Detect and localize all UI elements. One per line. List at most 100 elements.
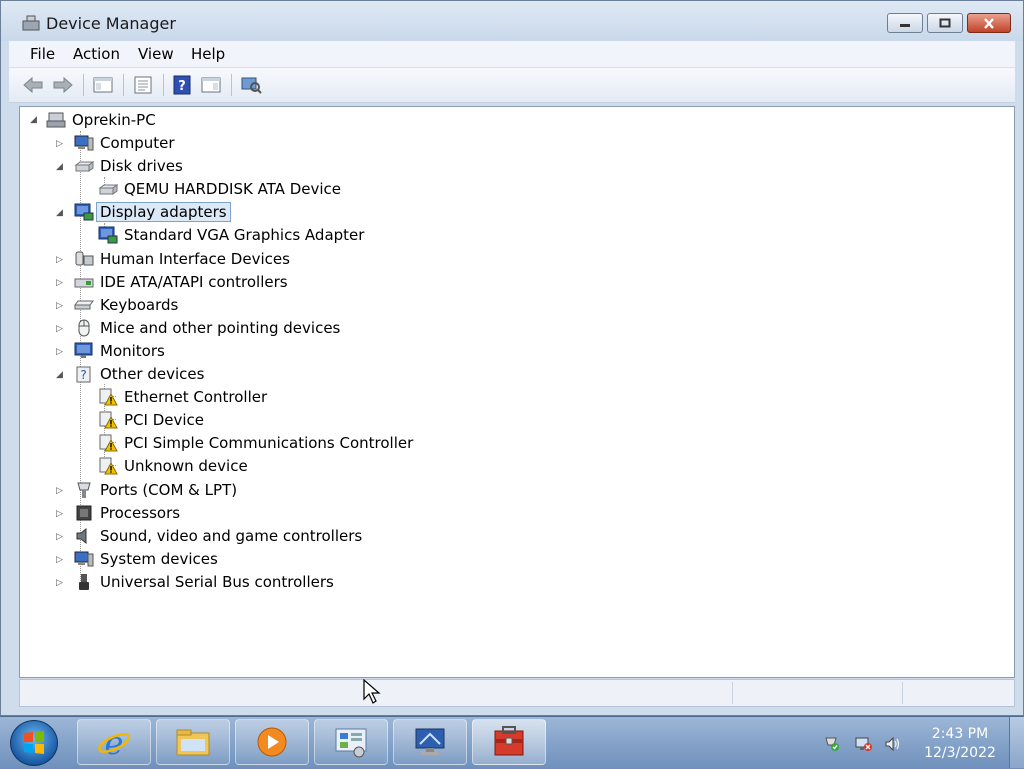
tree-category-item[interactable]: ▷ Keyboards	[56, 294, 178, 316]
show-action-pane-button[interactable]	[199, 73, 223, 97]
tree-category-item[interactable]: ▷ System devices	[56, 548, 218, 570]
scan-hardware-changes-button[interactable]	[239, 73, 263, 97]
tree-item-label: Computer	[100, 134, 175, 152]
tree-item-label: Ethernet Controller	[124, 388, 268, 407]
taskbar-internet-explorer[interactable]: e	[77, 719, 151, 765]
tree-category-item[interactable]: ▷ Processors	[56, 502, 180, 524]
display-adapter-icon	[74, 203, 94, 221]
tree-category-item[interactable]: ◢ Disk drives	[56, 155, 183, 177]
back-arrow-icon	[23, 76, 43, 94]
tree-device-item[interactable]: QEMU HARDDISK ATA Device	[98, 178, 341, 200]
taskbar-windows-explorer[interactable]	[156, 719, 230, 765]
tree-item-label: QEMU HARDDISK ATA Device	[124, 180, 342, 199]
mouse-cursor-icon	[363, 679, 381, 704]
mouse-icon	[78, 319, 90, 337]
forward-button[interactable]	[51, 73, 75, 97]
device-tree[interactable]: ◢ Oprekin-PC ▷ Computer ◢ Disk drives QEMU H…	[19, 106, 1015, 678]
tree-item-label: Universal Serial Bus controllers	[100, 572, 334, 591]
volume-icon[interactable]	[884, 736, 902, 752]
tree-category-item[interactable]: ▷ Mice and other pointing devices	[56, 317, 341, 339]
menu-view[interactable]: View	[138, 45, 174, 63]
tree-category-item[interactable]: ▷ Sound, video and game controllers	[56, 525, 362, 547]
scan-hardware-icon	[241, 77, 262, 94]
expand-arrow-icon[interactable]: ▷	[56, 139, 66, 149]
tree-category-item[interactable]: ▷ Computer	[56, 132, 175, 154]
computer-icon	[74, 551, 94, 567]
collapse-arrow-icon[interactable]: ◢	[56, 208, 66, 218]
disk-drive-icon	[74, 161, 94, 173]
show-hide-console-tree-button[interactable]	[91, 73, 115, 97]
clock-date: 12/3/2022	[924, 745, 996, 761]
properties-button[interactable]	[131, 73, 155, 97]
expand-arrow-icon[interactable]: ▷	[56, 509, 66, 519]
menu-help[interactable]: Help	[191, 45, 225, 63]
svg-text:e: e	[105, 724, 124, 760]
maximize-icon	[939, 18, 951, 28]
unknown-device-icon: ?	[76, 366, 91, 383]
hid-icon	[75, 251, 94, 265]
tree-category-item[interactable]: ▷ IDE ATA/ATAPI controllers	[56, 271, 288, 293]
warning-device-icon	[99, 388, 118, 406]
internet-explorer-icon: e	[98, 724, 130, 760]
tree-item-label: Mice and other pointing devices	[100, 318, 341, 337]
clock[interactable]: 2:43 PM 12/3/2022	[918, 725, 1002, 763]
expand-arrow-icon[interactable]: ▷	[56, 347, 66, 357]
minimize-button[interactable]	[887, 13, 923, 33]
help-button[interactable]: ?	[170, 73, 194, 97]
expand-arrow-icon[interactable]: ▷	[56, 278, 66, 288]
title-bar[interactable]: Device Manager	[1, 1, 1023, 41]
collapse-arrow-icon[interactable]: ◢	[56, 162, 66, 172]
tree-device-item[interactable]: Unknown device	[98, 455, 248, 477]
back-button[interactable]	[21, 73, 45, 97]
maximize-button[interactable]	[927, 13, 963, 33]
device-manager-window: Device Manager File Action View Help ? ◢…	[0, 0, 1024, 716]
taskbar-device-manager[interactable]	[472, 719, 546, 765]
menu-action[interactable]: Action	[73, 45, 120, 63]
disk-drive-icon	[98, 184, 118, 196]
expand-arrow-icon[interactable]: ▷	[56, 532, 66, 542]
menu-file[interactable]: File	[30, 45, 55, 63]
tree-item-label: Other devices	[100, 365, 205, 383]
display-adapter-icon	[98, 226, 118, 244]
forward-arrow-icon	[53, 76, 73, 94]
expand-arrow-icon[interactable]: ▷	[56, 578, 66, 588]
expand-arrow-icon[interactable]: ▷	[56, 255, 66, 265]
tree-device-item[interactable]: Standard VGA Graphics Adapter	[98, 224, 364, 246]
tree-item-label: Standard VGA Graphics Adapter	[124, 226, 365, 245]
tree-category-item[interactable]: ◢ Display adapters	[56, 201, 231, 223]
keyboard-icon	[74, 300, 94, 310]
taskbar-remote-desktop[interactable]	[393, 719, 467, 765]
warning-device-icon	[99, 411, 118, 429]
tree-category-item[interactable]: ▷ Human Interface Devices	[56, 248, 290, 270]
tree-device-item[interactable]: Ethernet Controller	[98, 386, 267, 408]
tree-device-item[interactable]: PCI Simple Communications Controller	[98, 432, 413, 454]
tree-item-label: IDE ATA/ATAPI controllers	[100, 272, 288, 291]
tree-item-label: Unknown device	[124, 457, 248, 476]
minimize-icon	[900, 24, 910, 27]
taskbar-media-player[interactable]	[235, 719, 309, 765]
windows-logo-icon	[24, 731, 44, 754]
tree-category-item[interactable]: ◢? Other devices	[56, 363, 205, 385]
network-icon[interactable]	[854, 736, 872, 752]
tree-category-item[interactable]: ▷ Ports (COM & LPT)	[56, 479, 237, 501]
warning-device-icon	[99, 457, 118, 475]
show-desktop-button[interactable]	[1009, 717, 1024, 768]
tree-category-item[interactable]: ▷ Universal Serial Bus controllers	[56, 571, 334, 593]
ide-controller-icon	[74, 278, 94, 288]
tree-item-label: Disk drives	[100, 157, 183, 176]
collapse-arrow-icon[interactable]: ◢	[30, 115, 40, 125]
start-button[interactable]	[10, 720, 58, 766]
expand-arrow-icon[interactable]: ▷	[56, 555, 66, 565]
control-panel-icon	[335, 728, 367, 758]
tree-category-item[interactable]: ▷ Monitors	[56, 340, 165, 362]
tree-root[interactable]: ◢ Oprekin-PC	[30, 109, 156, 131]
collapse-arrow-icon[interactable]: ◢	[56, 370, 66, 380]
action-center-icon[interactable]	[822, 736, 840, 752]
device-manager-icon	[494, 726, 524, 756]
expand-arrow-icon[interactable]: ▷	[56, 301, 66, 311]
taskbar-control-panel[interactable]	[314, 719, 388, 765]
expand-arrow-icon[interactable]: ▷	[56, 486, 66, 496]
tree-device-item[interactable]: PCI Device	[98, 409, 204, 431]
expand-arrow-icon[interactable]: ▷	[56, 324, 66, 334]
close-button[interactable]	[967, 13, 1011, 33]
